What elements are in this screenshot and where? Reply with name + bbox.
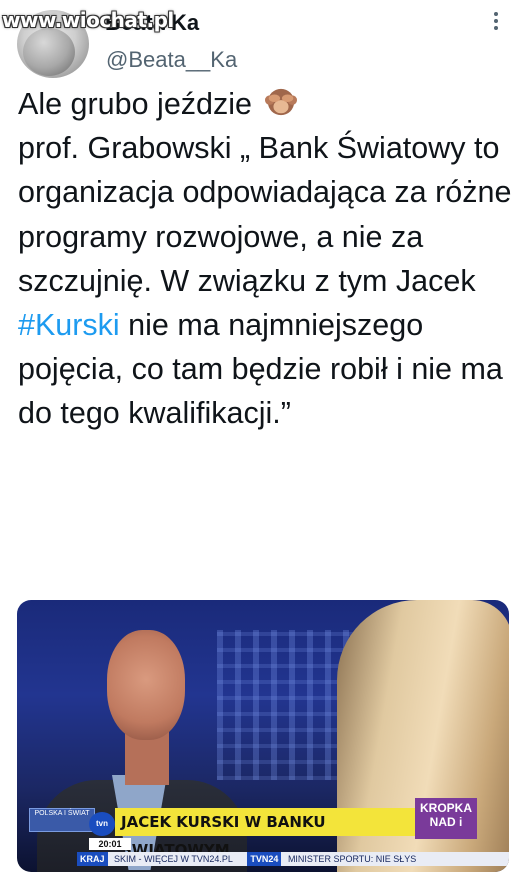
ticker-label-2: TVN24: [247, 852, 282, 866]
watermark: www.wiochat.pl: [2, 8, 174, 32]
tv-lower-third: POLSKA I ŚWIAT tvn JACEK KURSKI W BANKU …: [17, 798, 509, 872]
tv-headline: JACEK KURSKI W BANKU ŚWIATOWYM: [115, 808, 421, 859]
tweet-text-part: prof. Grabowski „ Bank Światowy to organ…: [18, 131, 512, 298]
guest-head: [107, 630, 185, 740]
tv-clock: 20:01: [89, 838, 131, 850]
ticker-label: KRAJ: [77, 852, 108, 866]
tweet-media-image[interactable]: POLSKA I ŚWIAT tvn JACEK KURSKI W BANKU …: [17, 600, 509, 872]
avatar-photo: [23, 28, 75, 76]
program-logo: KROPKA NAD i: [415, 798, 477, 839]
see-no-evil-monkey-icon: [265, 88, 298, 116]
tweet-text-part: Ale grubo jeździe: [18, 87, 261, 121]
more-vertical-icon[interactable]: [485, 12, 507, 34]
author-handle[interactable]: @Beata__Ka: [106, 47, 237, 73]
tweet-text: Ale grubo jeździe prof. Grabowski „ Bank…: [18, 82, 518, 436]
ticker-text: SKIM - WIĘCEJ W TVN24.PL: [114, 854, 233, 864]
ticker-text-2: MINISTER SPORTU: NIE SŁYS: [287, 854, 417, 864]
news-ticker: KRAJ SKIM - WIĘCEJ W TVN24.PL TVN24 MINI…: [77, 852, 509, 866]
channel-pill: POLSKA I ŚWIAT: [29, 808, 95, 832]
hashtag-link[interactable]: #Kurski: [18, 308, 120, 342]
tvn-logo-icon: tvn: [89, 812, 115, 836]
